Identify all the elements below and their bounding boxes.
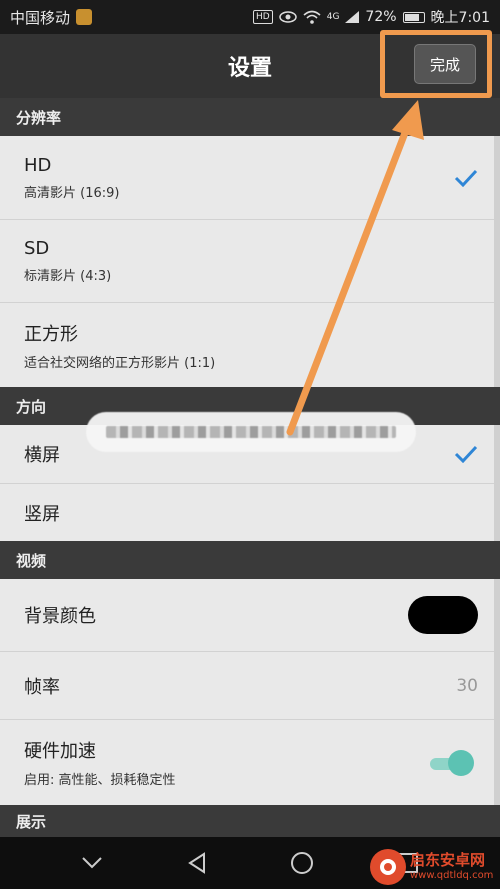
signal-icon [345,11,360,23]
setting-hardware-acceleration[interactable]: 硬件加速 启用: 高性能、损耗稳定性 [0,720,500,805]
scrollbar[interactable] [494,425,500,541]
status-right: HD 4G 72% 晚上7:01 [253,7,490,27]
app-notification-icon [76,9,93,25]
eye-icon [278,11,297,23]
option-description: 高清影片 (16:9) [24,185,120,201]
page-title: 设置 [227,56,272,81]
carrier-group: 中国移动 [10,7,93,28]
home-icon[interactable] [290,851,314,875]
section-header-video: 视频 [0,541,500,579]
back-icon[interactable] [186,852,208,874]
blurred-text [106,426,396,438]
done-button[interactable]: 完成 [414,44,476,84]
option-label: 正方形 [24,323,78,345]
setting-label: 帧率 [24,676,60,698]
option-square[interactable]: 正方形 适合社交网络的正方形影片 (1:1) [0,303,500,387]
watermark-icon [370,849,406,885]
clock: 晚上7:01 [430,10,490,26]
option-sd[interactable]: SD 标清影片 (4:3) [0,220,500,303]
option-portrait[interactable]: 竖屏 [0,484,500,541]
option-description: 适合社交网络的正方形影片 (1:1) [24,355,216,371]
status-bar: 中国移动 HD 4G 72% 晚上7:01 [0,0,500,34]
hardware-acceleration-toggle[interactable] [430,749,474,776]
option-label: SD [24,238,50,259]
checkmark-icon [454,169,478,187]
carrier-name: 中国移动 [10,8,71,27]
watermark-logo: 启东安卓网 www.qdtldq.com [370,847,494,887]
battery-percent: 72% [365,9,397,25]
toast-message [86,412,416,452]
option-label: 竖屏 [24,503,60,525]
watermark-name: 启东安卓网 [410,851,486,869]
setting-background-color[interactable]: 背景颜色 [0,579,500,652]
scrollbar[interactable] [494,136,500,387]
option-hd[interactable]: HD 高清影片 (16:9) [0,136,500,220]
color-swatch[interactable] [408,596,478,634]
chevron-down-icon[interactable] [81,856,103,870]
battery-icon [402,11,425,23]
option-description: 标清影片 (4:3) [24,269,112,284]
option-label: HD [24,154,52,176]
network-type: 4G [326,12,340,22]
setting-description: 启用: 高性能、损耗稳定性 [24,773,176,788]
setting-label: 硬件加速 [24,741,96,762]
hd-icon: HD [253,10,273,24]
section-header-display: 展示 [0,805,500,837]
checkmark-icon [454,445,478,463]
frame-rate-value: 30 [456,675,478,696]
scrollbar[interactable] [494,579,500,805]
watermark-url: www.qdtldq.com [410,870,494,881]
toolbar: 设置 完成 [0,34,500,98]
section-header-resolution: 分辨率 [0,98,500,136]
wifi-icon [303,10,321,24]
setting-frame-rate[interactable]: 帧率 30 [0,652,500,720]
